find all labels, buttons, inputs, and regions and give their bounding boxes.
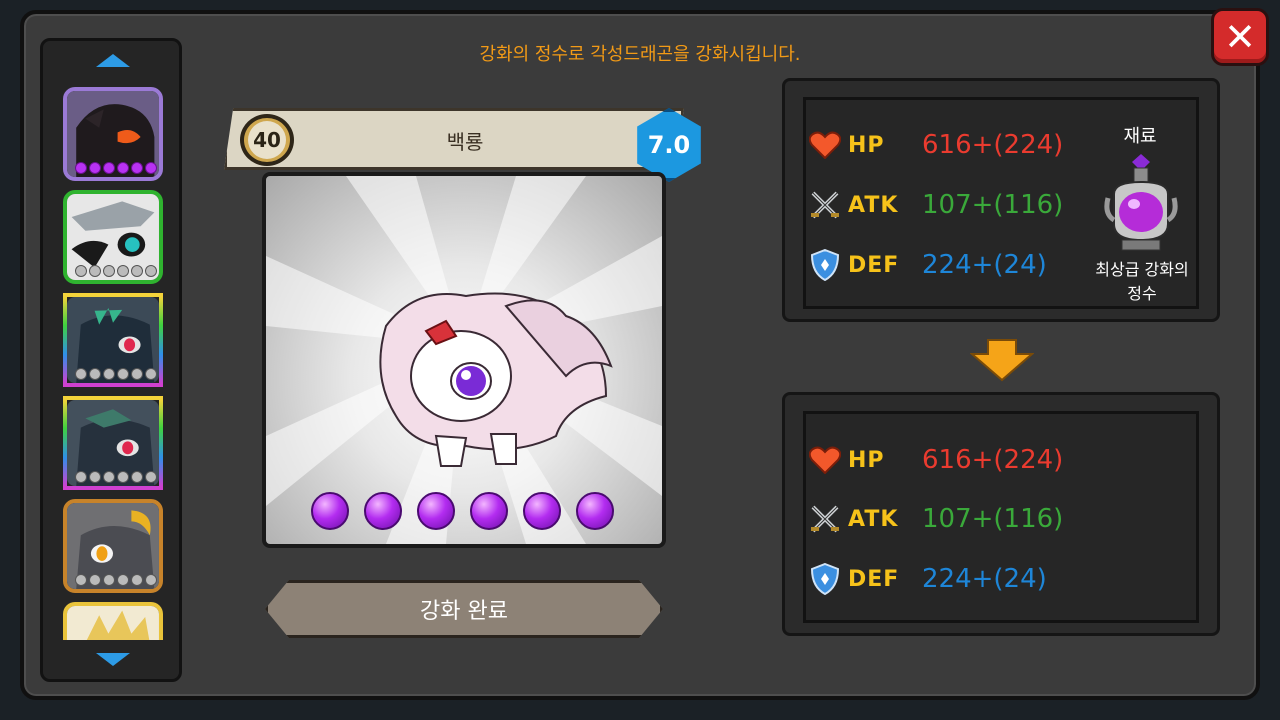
awakening-orbs xyxy=(311,492,614,530)
purple-orb-icon xyxy=(470,492,508,530)
dragon-list-sidebar xyxy=(40,38,182,682)
current-def-row: DEF 224+(24) xyxy=(808,245,1047,285)
crossed-swords-icon xyxy=(808,188,842,222)
material-name-line1: 최상급 강화의 xyxy=(1095,260,1189,279)
purple-orb-icon xyxy=(311,492,349,530)
orb-indicator xyxy=(75,471,157,483)
material-label: 재료 xyxy=(1123,126,1157,147)
atk-label: ATK xyxy=(848,506,899,532)
atk-value: 107+(116) xyxy=(922,504,1064,534)
hp-label: HP xyxy=(848,132,885,158)
shield-icon xyxy=(808,562,842,596)
def-value: 224+(24) xyxy=(922,250,1047,280)
hp-value: 616+(224) xyxy=(922,130,1064,160)
shield-icon xyxy=(808,248,842,282)
atk-label: ATK xyxy=(848,192,899,218)
dragon-slot-1[interactable] xyxy=(63,87,163,181)
current-atk-row: ATK 107+(116) xyxy=(808,185,1063,225)
level-badge: 40 xyxy=(240,114,294,166)
heart-icon xyxy=(808,443,842,477)
hp-label: HP xyxy=(848,447,885,473)
orb-indicator xyxy=(75,265,157,277)
arrow-up-icon[interactable] xyxy=(96,54,130,67)
golden-dragon-portrait-icon xyxy=(67,606,159,640)
hp-value: 616+(224) xyxy=(922,445,1064,475)
enhance-complete-button[interactable]: 강화 완료 xyxy=(265,580,663,638)
page-title: 강화의 정수로 각성드래곤을 강화시킵니다. xyxy=(479,44,801,65)
level-value: 40 xyxy=(248,121,286,159)
def-label: DEF xyxy=(848,566,900,592)
result-hp-row: HP 616+(224) xyxy=(808,440,1063,480)
arrow-down-icon[interactable] xyxy=(96,653,130,666)
close-button[interactable]: ✕ xyxy=(1211,8,1269,66)
result-atk-row: ATK 107+(116) xyxy=(808,499,1063,539)
dragon-slot-6[interactable] xyxy=(63,602,163,640)
dragon-slot-4[interactable] xyxy=(63,396,163,490)
material-name: 최상급 강화의 정수 xyxy=(1080,258,1204,306)
dragon-slot-5[interactable] xyxy=(63,499,163,593)
atk-value: 107+(116) xyxy=(922,190,1064,220)
material-name-line2: 정수 xyxy=(1127,284,1157,303)
current-hp-row: HP 616+(224) xyxy=(808,125,1063,165)
purple-orb-icon xyxy=(364,492,402,530)
dragon-name: 백룡 xyxy=(446,130,484,154)
orb-indicator xyxy=(75,162,157,174)
heart-icon xyxy=(808,128,842,162)
arrow-down-indicator-icon xyxy=(970,339,1034,382)
orb-indicator xyxy=(75,368,157,380)
purple-orb-icon xyxy=(523,492,561,530)
dragon-slot-3[interactable] xyxy=(63,293,163,387)
crossed-swords-icon xyxy=(808,502,842,536)
def-label: DEF xyxy=(848,252,900,278)
orb-indicator xyxy=(75,574,157,586)
white-dragon-icon xyxy=(266,176,662,544)
purple-orb-icon xyxy=(576,492,614,530)
close-x-icon: ✕ xyxy=(1224,15,1256,59)
result-def-row: DEF 224+(24) xyxy=(808,559,1047,599)
enhancement-essence-potion-icon xyxy=(1104,154,1178,251)
def-value: 224+(24) xyxy=(922,564,1047,594)
purple-orb-icon xyxy=(417,492,455,530)
dragon-slot-2[interactable] xyxy=(63,190,163,284)
